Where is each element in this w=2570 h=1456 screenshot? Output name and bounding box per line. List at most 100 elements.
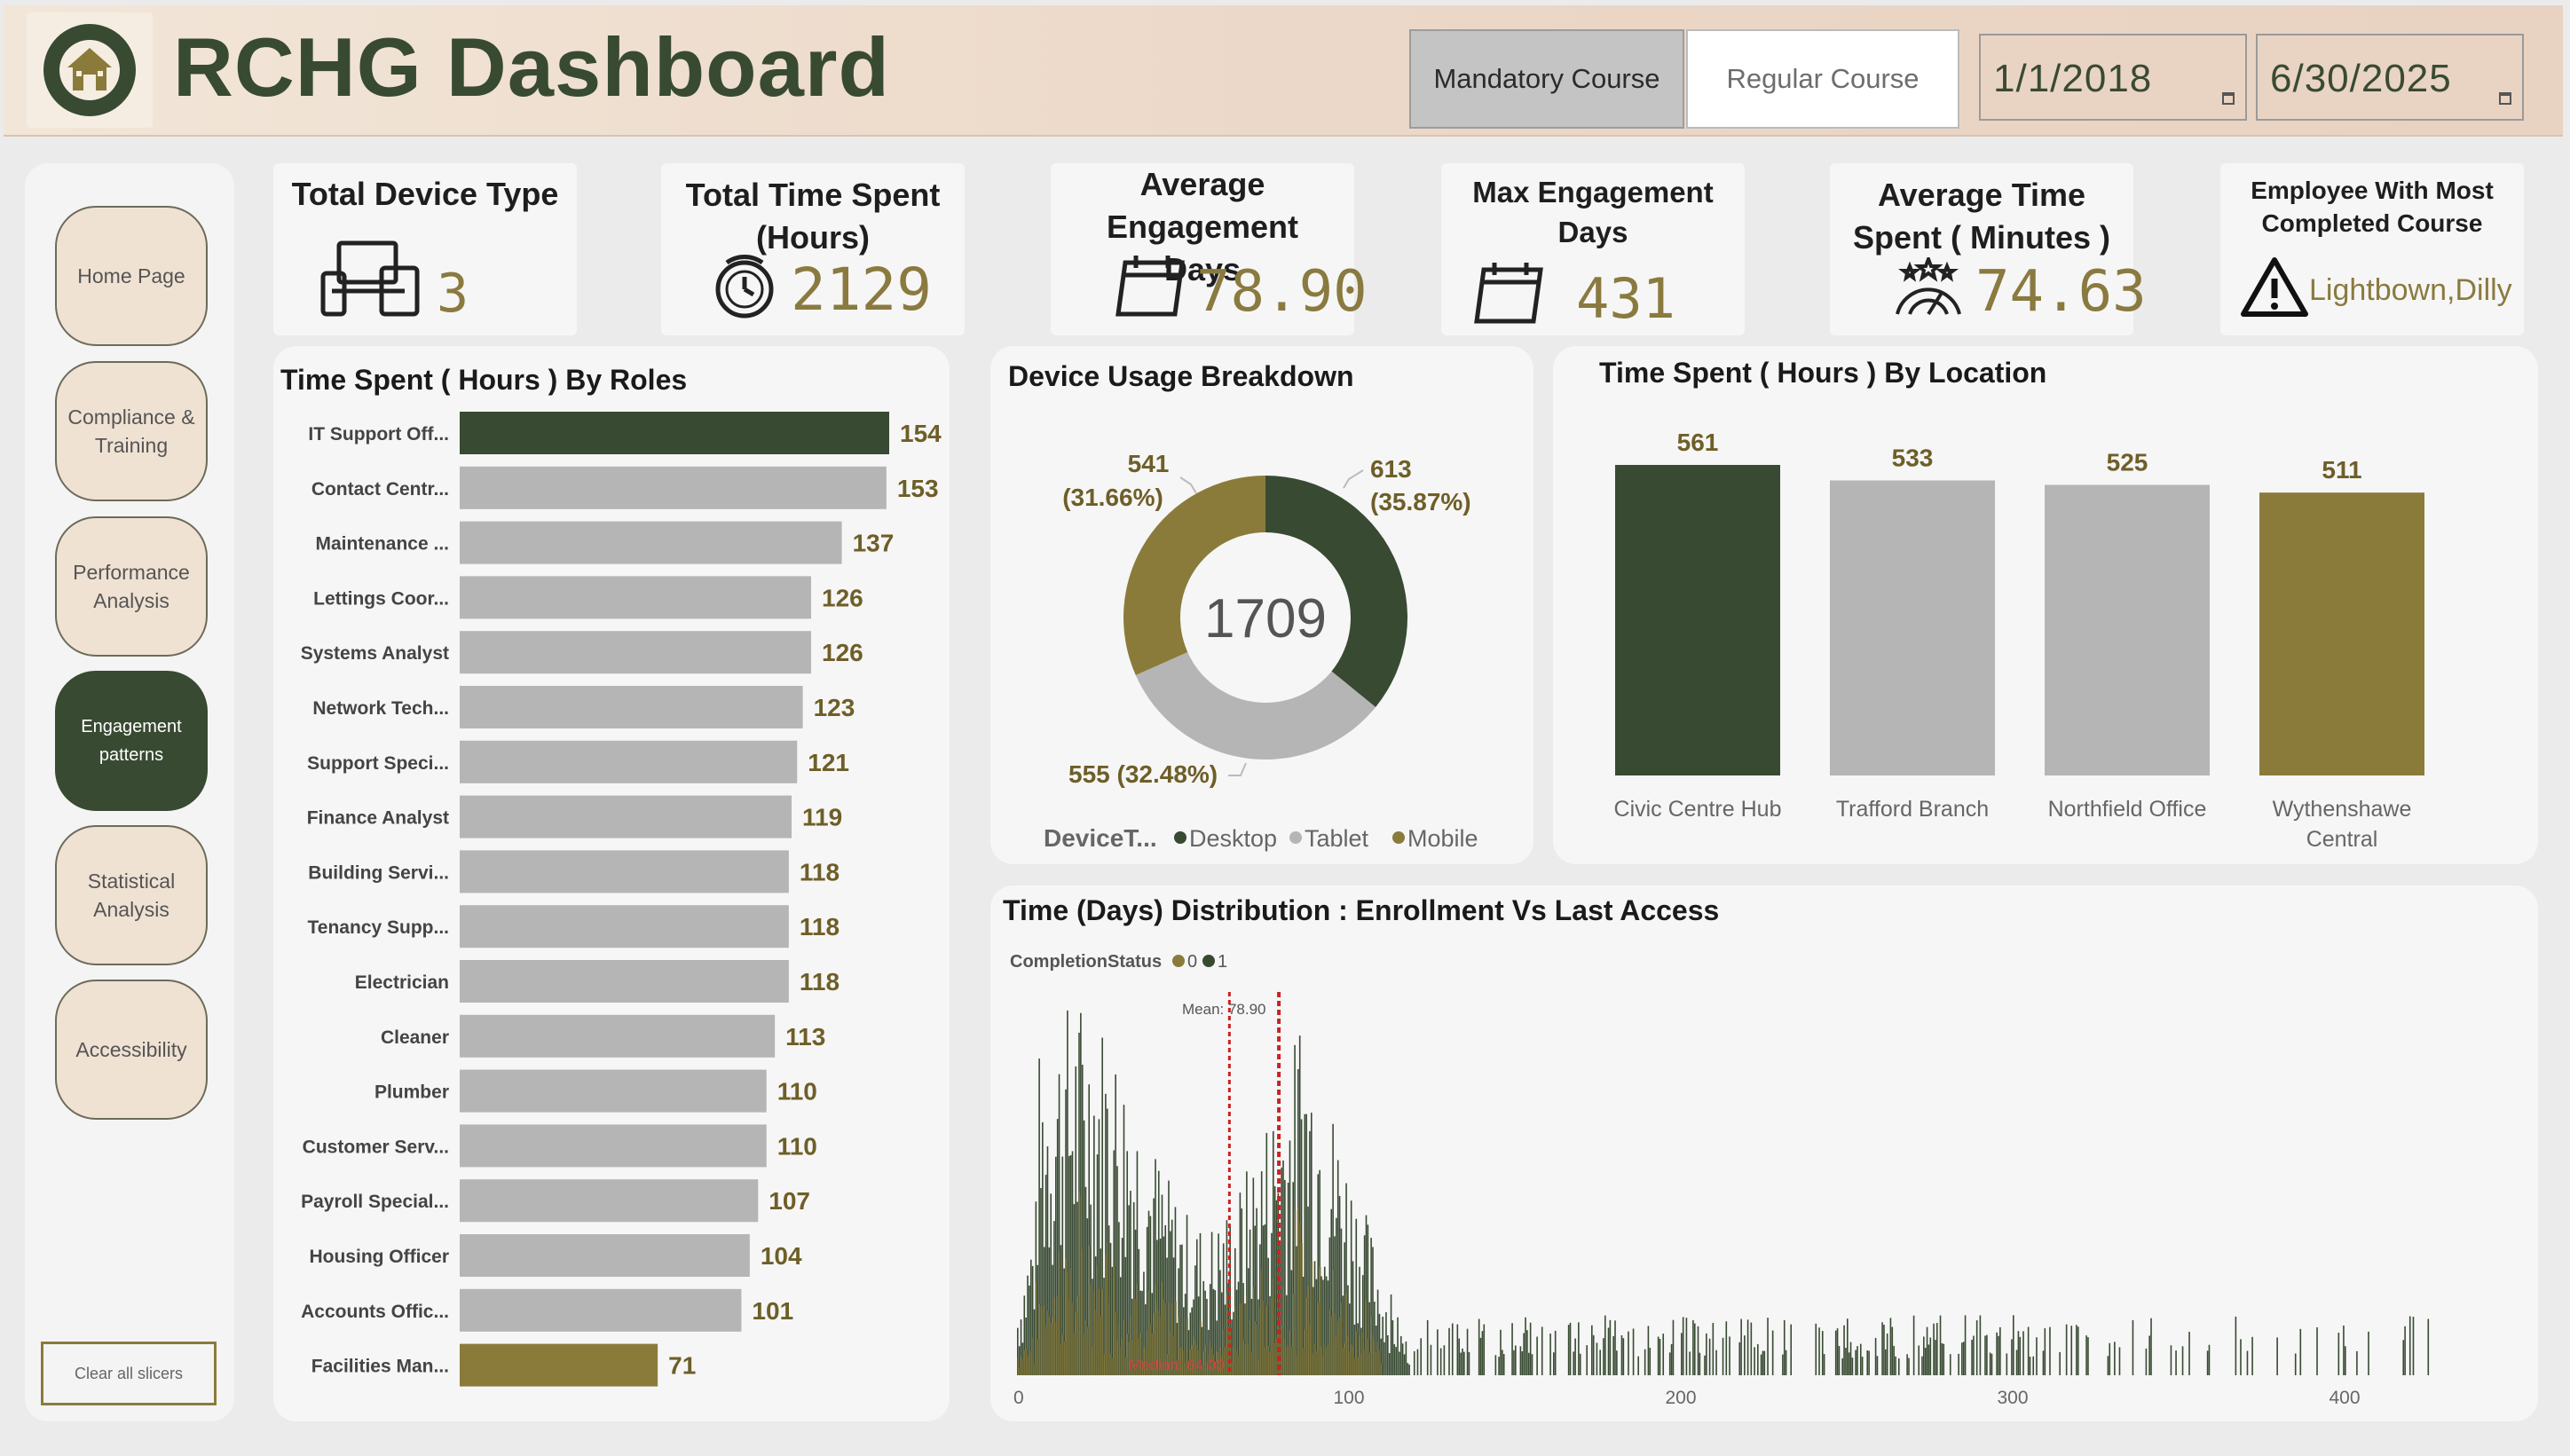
hist-bar[interactable] bbox=[1682, 1317, 1684, 1375]
hist-bar[interactable] bbox=[1592, 1334, 1595, 1375]
hist-bar[interactable] bbox=[1849, 1342, 1852, 1375]
hist-bar[interactable] bbox=[1928, 1344, 1930, 1375]
hist-bar[interactable] bbox=[2251, 1336, 2253, 1375]
hist-bar[interactable] bbox=[1949, 1354, 1951, 1375]
hist-bar[interactable] bbox=[2148, 1335, 2150, 1375]
role-bar[interactable] bbox=[460, 466, 887, 509]
hist-bar[interactable] bbox=[1926, 1326, 1928, 1375]
hist-bar[interactable] bbox=[1549, 1334, 1551, 1375]
hist-bar[interactable] bbox=[1740, 1318, 1742, 1375]
hist-bar[interactable] bbox=[1746, 1319, 1749, 1375]
hist-bar[interactable] bbox=[1657, 1336, 1659, 1375]
hist-bar[interactable] bbox=[1939, 1315, 1942, 1375]
hist-bar[interactable] bbox=[1941, 1342, 1943, 1375]
clear-slicers-button[interactable]: Clear all slicers bbox=[41, 1342, 217, 1405]
hist-bar[interactable] bbox=[2118, 1347, 2121, 1375]
hist-bar[interactable] bbox=[2246, 1350, 2249, 1375]
hist-bar[interactable] bbox=[1998, 1335, 1999, 1375]
hist-bar[interactable] bbox=[1462, 1348, 1463, 1375]
mandatory-course-button[interactable]: Mandatory Course bbox=[1409, 29, 1684, 129]
hist-bar[interactable] bbox=[1861, 1357, 1864, 1375]
hist-bar[interactable] bbox=[1448, 1327, 1450, 1375]
hist-bar[interactable] bbox=[1961, 1342, 1963, 1375]
hist-bar[interactable] bbox=[1620, 1334, 1623, 1375]
hist-bar[interactable] bbox=[1397, 1317, 1399, 1375]
hist-bar[interactable] bbox=[1554, 1330, 1557, 1375]
hist-bar[interactable] bbox=[2029, 1357, 2031, 1375]
hist-bar[interactable] bbox=[1437, 1329, 1439, 1375]
hist-bar[interactable] bbox=[1458, 1338, 1461, 1375]
hist-bar[interactable] bbox=[1929, 1337, 1932, 1375]
hist-bar[interactable] bbox=[2076, 1325, 2077, 1375]
hist-bar[interactable] bbox=[1964, 1315, 1967, 1375]
hist-bar[interactable] bbox=[1614, 1320, 1616, 1375]
role-bar[interactable] bbox=[460, 1343, 658, 1387]
hist-bar[interactable] bbox=[2109, 1342, 2111, 1375]
hist-bar[interactable] bbox=[1525, 1317, 1526, 1375]
hist-bar[interactable] bbox=[2150, 1318, 2152, 1375]
hist-bar[interactable] bbox=[2175, 1350, 2177, 1375]
role-bar[interactable] bbox=[460, 521, 842, 564]
hist-bar[interactable] bbox=[1670, 1343, 1673, 1375]
hist-bar[interactable] bbox=[1523, 1333, 1525, 1375]
hist-bar[interactable] bbox=[1738, 1342, 1741, 1375]
hist-bar[interactable] bbox=[1466, 1328, 1469, 1375]
hist-bar[interactable] bbox=[2368, 1331, 2369, 1375]
hist-bar[interactable] bbox=[1895, 1356, 1896, 1375]
hist-bar[interactable] bbox=[1715, 1350, 1717, 1375]
hist-bar[interactable] bbox=[1971, 1339, 1973, 1375]
hist-bar[interactable] bbox=[1857, 1346, 1858, 1375]
location-bar[interactable] bbox=[2259, 492, 2424, 775]
hist-bar[interactable] bbox=[2206, 1350, 2209, 1375]
role-bar[interactable] bbox=[460, 1014, 776, 1058]
hist-bar[interactable] bbox=[1662, 1334, 1665, 1375]
sidebar-item-home[interactable]: Home Page bbox=[55, 206, 208, 346]
hist-bar[interactable] bbox=[2032, 1356, 2035, 1375]
hist-bar[interactable] bbox=[1443, 1345, 1446, 1375]
hist-bar[interactable] bbox=[1439, 1348, 1442, 1375]
hist-bar[interactable] bbox=[1483, 1324, 1486, 1375]
legend-label[interactable]: Tablet bbox=[1305, 825, 1369, 852]
hist-bar[interactable] bbox=[1399, 1336, 1402, 1375]
hist-bar[interactable] bbox=[1659, 1339, 1661, 1375]
role-bar[interactable] bbox=[460, 576, 811, 619]
hist-bar[interactable] bbox=[1818, 1327, 1820, 1375]
hist-bar[interactable] bbox=[1912, 1315, 1915, 1375]
hist-bar[interactable] bbox=[2027, 1326, 2030, 1375]
hist-bar[interactable] bbox=[1478, 1318, 1480, 1375]
hist-bar[interactable] bbox=[1413, 1350, 1415, 1375]
calendar-icon[interactable] bbox=[2222, 92, 2235, 105]
hist-bar[interactable] bbox=[1672, 1319, 1675, 1375]
hist-bar[interactable] bbox=[1722, 1337, 1724, 1375]
hist-bar[interactable] bbox=[1460, 1352, 1462, 1375]
hist-bar[interactable] bbox=[1821, 1331, 1824, 1375]
hist-bar[interactable] bbox=[1883, 1325, 1885, 1375]
hist-bar[interactable] bbox=[1874, 1337, 1877, 1375]
hist-bar[interactable] bbox=[2181, 1346, 2184, 1375]
hist-bar[interactable] bbox=[1574, 1338, 1576, 1375]
hist-bar[interactable] bbox=[1401, 1343, 1404, 1375]
sidebar-item-compliance[interactable]: Compliance & Training bbox=[55, 361, 208, 501]
legend-label[interactable]: Mobile bbox=[1407, 825, 1478, 852]
hist-bar[interactable] bbox=[1622, 1338, 1625, 1375]
hist-bar[interactable] bbox=[1567, 1325, 1570, 1375]
hist-bar[interactable] bbox=[1604, 1315, 1606, 1375]
hist-bar[interactable] bbox=[2017, 1331, 2020, 1375]
hist-bar[interactable] bbox=[2049, 1326, 2051, 1375]
hist-bar[interactable] bbox=[2132, 1319, 2134, 1375]
hist-bar[interactable] bbox=[1859, 1343, 1862, 1375]
hist-bar[interactable] bbox=[1468, 1351, 1470, 1375]
hist-bar[interactable] bbox=[1681, 1333, 1683, 1375]
legend-label[interactable]: 1 bbox=[1218, 952, 1227, 972]
hist-bar[interactable] bbox=[2408, 1316, 2411, 1375]
hist-bar[interactable] bbox=[1591, 1325, 1593, 1375]
hist-bar[interactable] bbox=[1855, 1350, 1857, 1375]
hist-bar[interactable] bbox=[1569, 1322, 1572, 1375]
roles-bar-chart[interactable]: IT Support Off... 154 Contact Centr... 153 M… bbox=[273, 408, 950, 1411]
hist-bar[interactable] bbox=[1637, 1356, 1639, 1375]
hist-bar[interactable] bbox=[1958, 1353, 1959, 1375]
hist-bar[interactable] bbox=[1706, 1333, 1707, 1375]
hist-bar[interactable] bbox=[2337, 1333, 2340, 1375]
role-bar[interactable] bbox=[460, 1288, 742, 1332]
hist-bar[interactable] bbox=[1515, 1345, 1517, 1375]
